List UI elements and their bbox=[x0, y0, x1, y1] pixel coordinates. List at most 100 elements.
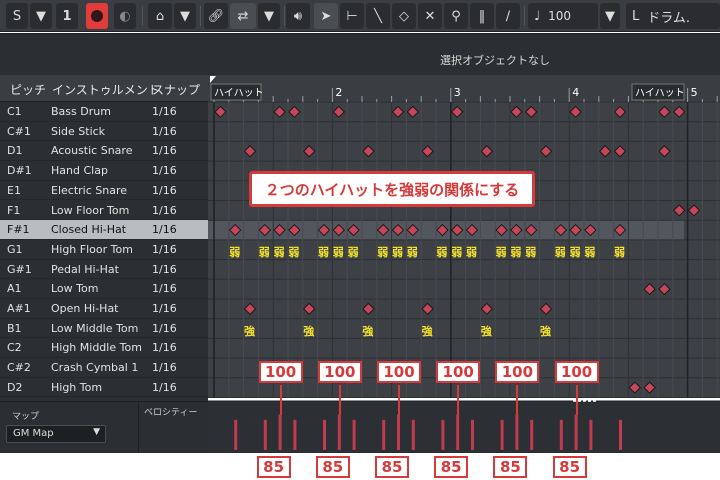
pen-icon: ╲ bbox=[374, 8, 382, 24]
drum-row[interactable]: A1 Low Tom 1/16 bbox=[0, 279, 208, 299]
weak-mark: 弱 bbox=[274, 244, 285, 260]
velocity-bar[interactable] bbox=[515, 414, 519, 450]
note-grid[interactable]: 2 3 4 5 ハイハット ハイハット bbox=[208, 75, 720, 453]
map-select[interactable]: GM Map ▼ bbox=[6, 425, 106, 443]
quantize-field[interactable]: ♩ 100 bbox=[528, 3, 598, 29]
velocity-label-100: 100 bbox=[554, 361, 599, 383]
drum-instrument-name: Low Tom bbox=[51, 282, 99, 296]
velocity-bar[interactable] bbox=[323, 419, 326, 450]
weak-mark-text: 弱 bbox=[466, 245, 477, 259]
velocity-lane[interactable] bbox=[208, 401, 720, 453]
drum-snap: 1/16 bbox=[152, 321, 177, 335]
monitor-button[interactable]: ◐ bbox=[114, 3, 136, 29]
drum-row[interactable]: E1 Electric Snare 1/16 bbox=[0, 181, 208, 201]
speaker-button[interactable]: 🔊︎ bbox=[286, 3, 310, 29]
solo-button[interactable]: S bbox=[6, 3, 28, 29]
drum-row[interactable]: A#1 Open Hi-Hat 1/16 bbox=[0, 299, 208, 319]
velocity-bar[interactable] bbox=[500, 419, 504, 450]
toolbar-separator bbox=[142, 6, 143, 26]
record-button[interactable] bbox=[86, 3, 108, 29]
drum-snap: 1/16 bbox=[152, 380, 177, 394]
drum-instrument-name: Electric Snare bbox=[51, 183, 128, 197]
drum-row[interactable]: B1 Low Middle Tom 1/16 bbox=[0, 319, 208, 339]
drum-row[interactable]: G1 High Floor Tom 1/16 bbox=[0, 240, 208, 260]
velocity-label-85-text: 85 bbox=[559, 458, 581, 476]
velocity-label-100: 100 bbox=[495, 361, 540, 383]
drum-row[interactable]: G#1 Pedal Hi-Hat 1/16 bbox=[0, 260, 208, 280]
drum-instrument-name: Crash Cymbal 1 bbox=[51, 361, 139, 375]
velocity-bar[interactable] bbox=[278, 414, 282, 450]
velocity-bar[interactable] bbox=[382, 419, 386, 450]
range-tool[interactable]: ⊢ bbox=[340, 3, 364, 29]
drum-row[interactable]: D#1 Hand Clap 1/16 bbox=[0, 161, 208, 181]
velocity-bar[interactable] bbox=[574, 414, 578, 450]
velocity-label-100-text: 100 bbox=[442, 363, 474, 381]
strong-mark: 強 bbox=[422, 323, 433, 339]
drum-row[interactable]: C2 High Middle Tom 1/16 bbox=[0, 338, 208, 359]
line-tool[interactable]: ∕ bbox=[496, 3, 520, 29]
drum-instrument-name: Low Middle Tom bbox=[51, 321, 139, 335]
link-button[interactable]: 🔗︎ bbox=[204, 3, 228, 29]
strong-mark: 強 bbox=[303, 323, 314, 339]
scroll-dropdown-button[interactable]: ▼ bbox=[258, 3, 280, 29]
drum-row[interactable]: C#2 Crash Cymbal 1 1/16 bbox=[0, 358, 208, 378]
velocity-bar[interactable] bbox=[530, 419, 534, 450]
draw-tool[interactable]: ╲ bbox=[366, 3, 390, 29]
strong-mark: 強 bbox=[244, 323, 255, 339]
weak-mark-text: 弱 bbox=[288, 245, 300, 259]
column-header-snap[interactable]: スナップ bbox=[152, 81, 200, 98]
velocity-bar[interactable] bbox=[471, 419, 474, 450]
drum-row[interactable]: C#1 Side Stick 1/16 bbox=[0, 122, 208, 142]
window-button[interactable]: ⌂ bbox=[148, 3, 172, 29]
velocity-bar[interactable] bbox=[619, 419, 622, 450]
drum-map-field[interactable]: L ドラム. bbox=[626, 3, 720, 29]
quantize-dropdown-button[interactable]: ▼ bbox=[600, 3, 620, 29]
velocity-bar[interactable] bbox=[234, 419, 238, 450]
object-select-tool[interactable]: ➤ bbox=[314, 3, 338, 29]
velocity-bar[interactable] bbox=[559, 419, 563, 450]
velocity-bar[interactable] bbox=[589, 419, 593, 450]
drum-row[interactable]: F#1 Closed Hi-Hat 1/16 bbox=[0, 220, 208, 240]
zoom-tool[interactable]: ⚲ bbox=[444, 3, 468, 29]
drum-row[interactable]: C1 Bass Drum 1/16 bbox=[0, 102, 208, 122]
drum-instrument-name: High Tom bbox=[51, 380, 103, 394]
velocity-bar[interactable] bbox=[411, 419, 415, 450]
erase-tool[interactable]: ◇ bbox=[392, 3, 416, 29]
solo-dropdown-button[interactable]: ▼ bbox=[30, 3, 52, 29]
drum-instrument-name: Closed Hi-Hat bbox=[51, 223, 127, 237]
velocity-bar[interactable] bbox=[263, 419, 267, 450]
weak-mark-text: 弱 bbox=[584, 245, 596, 259]
drumstick-tool[interactable]: ‖ bbox=[470, 3, 494, 29]
drum-snap: 1/16 bbox=[152, 183, 177, 197]
drum-row[interactable]: D1 Acoustic Snare 1/16 bbox=[0, 141, 208, 162]
weak-mark-text: 弱 bbox=[451, 245, 463, 259]
weak-mark: 弱 bbox=[466, 244, 477, 260]
velocity-bar[interactable] bbox=[397, 414, 400, 450]
column-header-pitch[interactable]: ピッチ bbox=[10, 81, 46, 98]
weak-mark: 弱 bbox=[392, 244, 403, 260]
velocity-bar[interactable] bbox=[337, 414, 341, 450]
velocity-bar[interactable] bbox=[352, 419, 356, 450]
drum-snap: 1/16 bbox=[152, 164, 177, 178]
record-icon bbox=[91, 10, 103, 22]
strong-mark-text: 強 bbox=[480, 324, 492, 338]
number-button[interactable]: 1 bbox=[56, 3, 78, 29]
velocity-bar[interactable] bbox=[441, 419, 445, 450]
velocity-label-85-text: 85 bbox=[440, 458, 462, 476]
velocity-bar[interactable] bbox=[293, 419, 297, 450]
drum-row[interactable]: F1 Low Floor Tom 1/16 bbox=[0, 201, 208, 221]
weak-mark: 弱 bbox=[229, 244, 240, 260]
auto-scroll-button[interactable]: ⇄ bbox=[230, 3, 256, 29]
column-header-instrument[interactable]: インストゥルメント bbox=[52, 81, 160, 98]
window-dropdown-button[interactable]: ▼ bbox=[174, 3, 196, 29]
strong-mark-text: 強 bbox=[244, 324, 255, 338]
chevron-down-icon: ▼ bbox=[36, 8, 46, 24]
solo-label: S bbox=[12, 8, 22, 24]
drum-editor-grid[interactable]: 2 3 4 5 ハイハット ハイハット bbox=[208, 75, 720, 453]
home-icon: ⌂ bbox=[155, 8, 165, 24]
weak-mark-text: 弱 bbox=[554, 245, 566, 259]
velocity-bar[interactable] bbox=[456, 414, 460, 450]
drum-row[interactable]: D2 High Tom 1/16 bbox=[0, 378, 208, 398]
drum-instrument-name: Side Stick bbox=[51, 124, 106, 138]
mute-tool[interactable]: ✕ bbox=[418, 3, 442, 29]
